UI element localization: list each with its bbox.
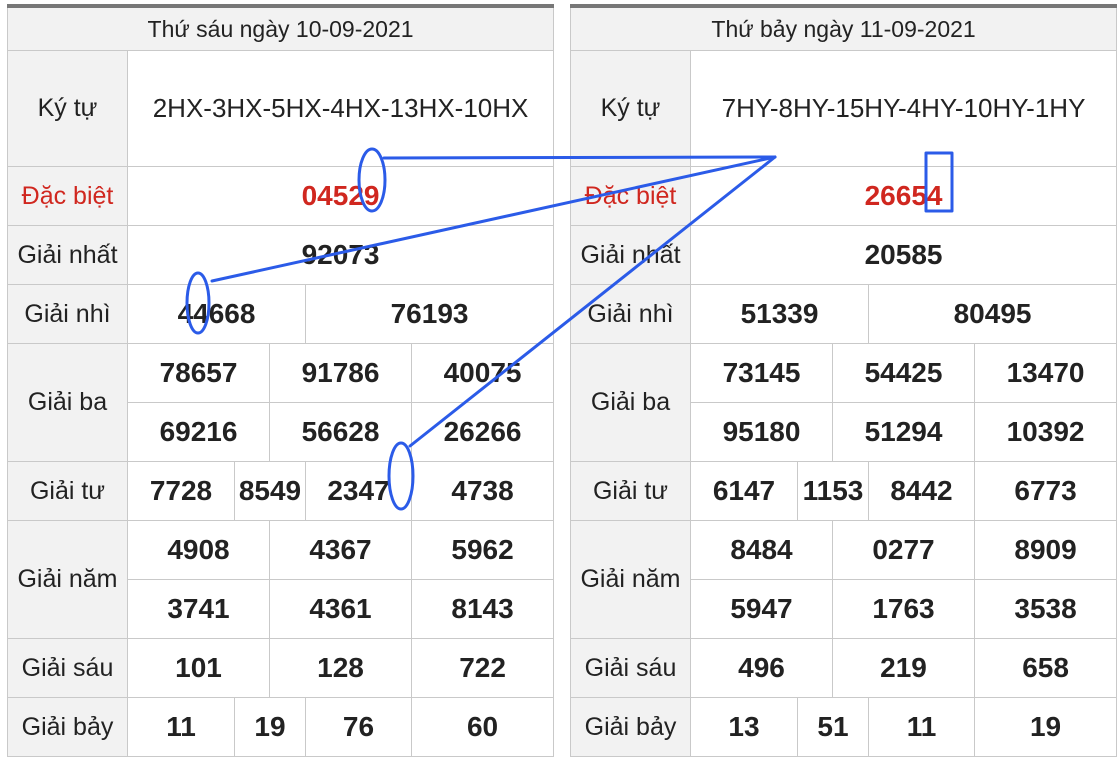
giai-bay-value: 11 [868, 697, 975, 757]
giai-nam-value: 3741 [127, 579, 270, 639]
label-giai-ba: Giải ba [570, 343, 691, 462]
label-giai-nhat: Giải nhất [570, 225, 691, 285]
date-title: Thứ bảy ngày 11-09-2021 [569, 5, 1118, 51]
giai-bay-value: 51 [797, 697, 869, 757]
giai-bay-value: 19 [973, 697, 1118, 757]
label-giai-bay: Giải bảy [570, 697, 691, 757]
ky-tu-value: 7HY-8HY-15HY-4HY-10HY-1HY [689, 50, 1118, 167]
giai-tu-value: 7728 [127, 461, 235, 521]
giai-ba-value: 95180 [690, 402, 833, 462]
giai-sau-value: 722 [410, 638, 555, 698]
giai-ba-value: 91786 [269, 343, 412, 403]
giai-nam-value: 3538 [973, 579, 1118, 639]
giai-ba-value: 51294 [832, 402, 975, 462]
label-giai-ba: Giải ba [7, 343, 128, 462]
giai-nam-value: 8143 [410, 579, 555, 639]
giai-nam-value: 0277 [832, 520, 975, 580]
label-ky-tu: Ký tự [7, 50, 128, 167]
label-giai-nhi: Giải nhì [570, 284, 691, 344]
giai-ba-value: 13470 [973, 343, 1118, 403]
giai-tu-value: 8549 [234, 461, 306, 521]
results-table-right: Thứ bảy ngày 11-09-2021 Ký tự 7HY-8HY-15… [569, 4, 1118, 757]
label-giai-tu: Giải tư [570, 461, 691, 521]
label-giai-nhi: Giải nhì [7, 284, 128, 344]
giai-nhat-value: 92073 [126, 225, 555, 285]
giai-bay-value: 13 [690, 697, 798, 757]
giai-tu-value: 6147 [690, 461, 798, 521]
label-giai-nhat: Giải nhất [7, 225, 128, 285]
giai-sau-value: 658 [973, 638, 1118, 698]
label-giai-nam: Giải năm [570, 520, 691, 639]
giai-tu-value: 4738 [410, 461, 555, 521]
giai-tu-value: 8442 [868, 461, 975, 521]
dac-biet-value: 26654 [689, 166, 1118, 226]
label-dac-biet: Đặc biệt [570, 166, 691, 226]
giai-nam-value: 8484 [690, 520, 833, 580]
giai-nam-value: 4367 [269, 520, 412, 580]
giai-ba-value: 56628 [269, 402, 412, 462]
giai-nhi-value: 51339 [690, 284, 869, 344]
date-title: Thứ sáu ngày 10-09-2021 [6, 5, 555, 51]
giai-ba-value: 10392 [973, 402, 1118, 462]
giai-nam-value: 4361 [269, 579, 412, 639]
label-giai-sau: Giải sáu [570, 638, 691, 698]
giai-nam-value: 5962 [410, 520, 555, 580]
label-ky-tu: Ký tự [570, 50, 691, 167]
giai-ba-value: 78657 [127, 343, 270, 403]
giai-nam-value: 1763 [832, 579, 975, 639]
giai-sau-value: 128 [269, 638, 412, 698]
giai-bay-value: 76 [305, 697, 412, 757]
dac-biet-value: 04529 [126, 166, 555, 226]
giai-tu-value: 2347 [305, 461, 412, 521]
giai-ba-value: 54425 [832, 343, 975, 403]
giai-ba-value: 26266 [410, 402, 555, 462]
label-giai-sau: Giải sáu [7, 638, 128, 698]
label-dac-biet: Đặc biệt [7, 166, 128, 226]
giai-nhi-value: 44668 [127, 284, 306, 344]
giai-sau-value: 101 [127, 638, 270, 698]
giai-nam-value: 5947 [690, 579, 833, 639]
giai-sau-value: 496 [690, 638, 833, 698]
giai-tu-value: 1153 [797, 461, 869, 521]
giai-bay-value: 19 [234, 697, 306, 757]
results-table-left: Thứ sáu ngày 10-09-2021 Ký tự 2HX-3HX-5H… [6, 4, 555, 757]
label-giai-tu: Giải tư [7, 461, 128, 521]
giai-bay-value: 11 [127, 697, 235, 757]
giai-ba-value: 73145 [690, 343, 833, 403]
ky-tu-value: 2HX-3HX-5HX-4HX-13HX-10HX [126, 50, 555, 167]
giai-nam-value: 4908 [127, 520, 270, 580]
label-giai-bay: Giải bảy [7, 697, 128, 757]
giai-ba-value: 69216 [127, 402, 270, 462]
giai-sau-value: 219 [832, 638, 975, 698]
giai-nam-value: 8909 [973, 520, 1118, 580]
giai-nhi-value: 76193 [304, 284, 555, 344]
giai-nhat-value: 20585 [689, 225, 1118, 285]
giai-ba-value: 40075 [410, 343, 555, 403]
label-giai-nam: Giải năm [7, 520, 128, 639]
giai-tu-value: 6773 [973, 461, 1118, 521]
giai-nhi-value: 80495 [867, 284, 1118, 344]
giai-bay-value: 60 [410, 697, 555, 757]
